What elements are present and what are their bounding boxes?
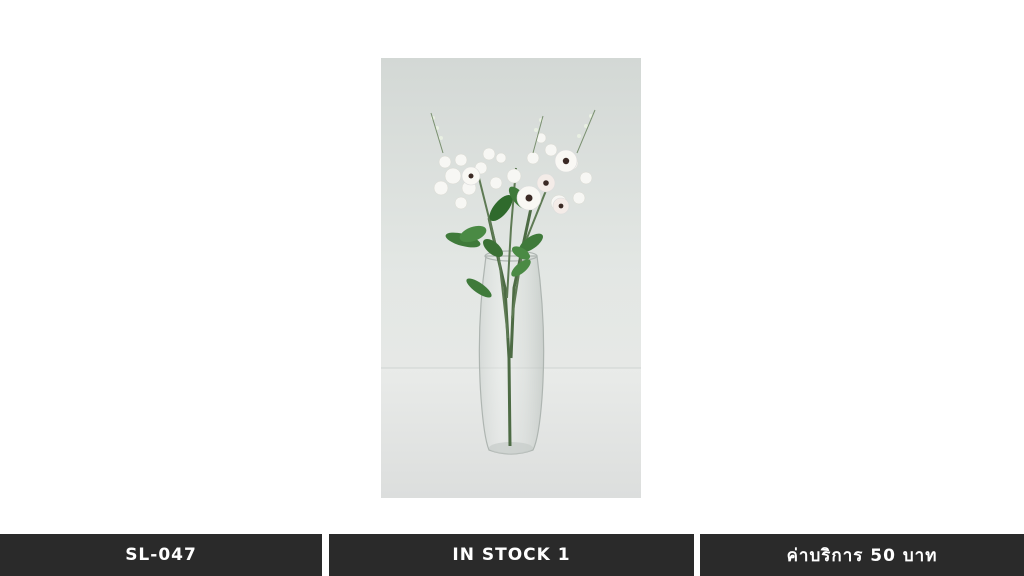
product-code: SL-047 xyxy=(125,545,197,565)
service-price: ค่าบริการ 50 บาท xyxy=(786,545,938,566)
price-cell: ค่าบริการ 50 บาท xyxy=(700,534,1024,576)
stock-cell: IN STOCK 1 xyxy=(329,534,694,576)
stock-status: IN STOCK 1 xyxy=(452,545,571,565)
info-bar: SL-047 IN STOCK 1 ค่าบริการ 50 บาท xyxy=(0,534,1024,576)
product-code-cell: SL-047 xyxy=(0,534,322,576)
product-photo xyxy=(381,58,641,498)
flower-vase-image xyxy=(381,58,641,498)
